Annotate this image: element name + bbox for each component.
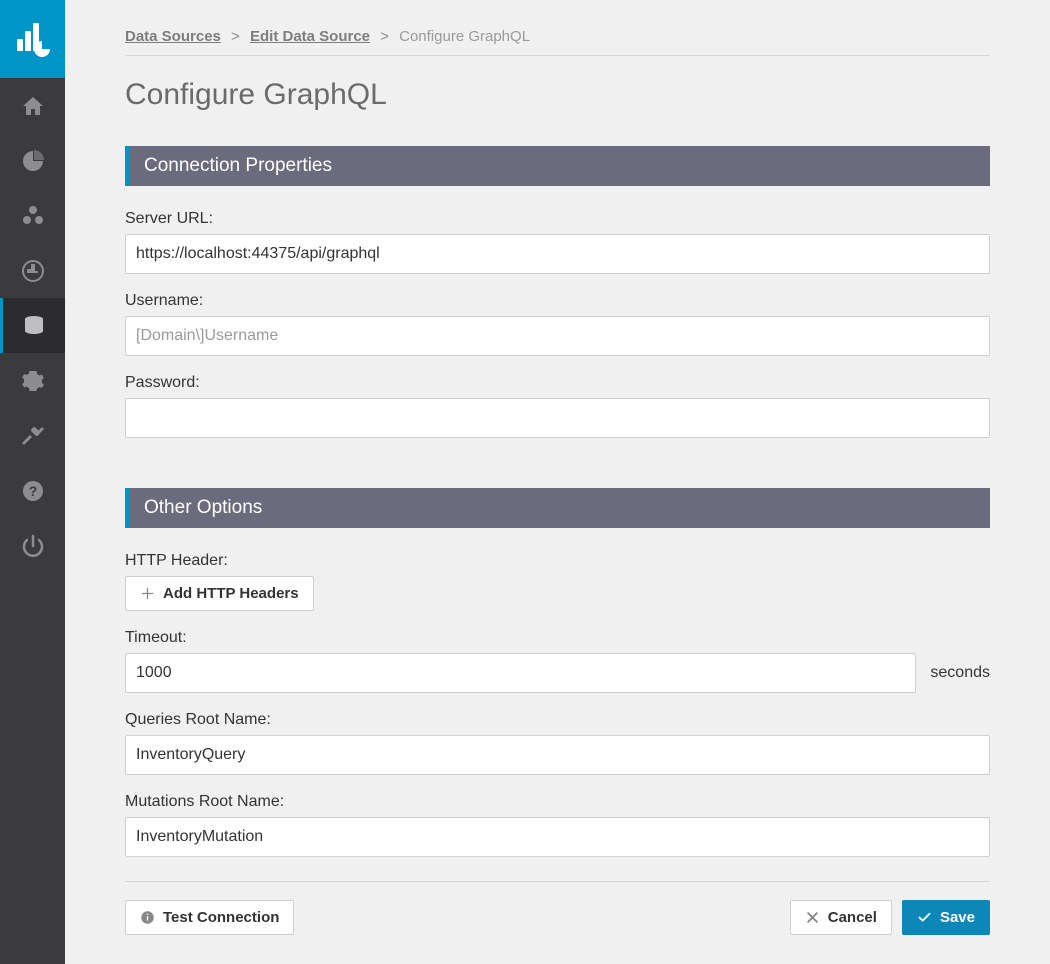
- field-timeout: Timeout: seconds: [125, 629, 990, 693]
- field-server-url: Server URL:: [125, 210, 990, 274]
- field-username: Username:: [125, 292, 990, 356]
- nav-power[interactable]: [0, 518, 65, 573]
- breadcrumb: Data Sources > Edit Data Source > Config…: [125, 28, 990, 56]
- footer: Test Connection Cancel Save: [125, 881, 990, 935]
- username-input[interactable]: [125, 316, 990, 356]
- gear-icon: [21, 369, 45, 393]
- save-label: Save: [940, 909, 975, 926]
- add-http-headers-label: Add HTTP Headers: [163, 585, 299, 602]
- label-username: Username:: [125, 292, 990, 310]
- nav-tools[interactable]: [0, 408, 65, 463]
- label-mutations-root: Mutations Root Name:: [125, 793, 990, 811]
- main-content: Data Sources > Edit Data Source > Config…: [65, 0, 1050, 964]
- password-input[interactable]: [125, 398, 990, 438]
- sidebar: ?: [0, 0, 65, 964]
- cancel-button[interactable]: Cancel: [790, 900, 892, 935]
- power-icon: [21, 534, 45, 558]
- timeout-unit: seconds: [930, 664, 990, 682]
- server-url-input[interactable]: [125, 234, 990, 274]
- timeout-input[interactable]: [125, 653, 916, 693]
- modules-icon: [21, 204, 45, 228]
- nav-help[interactable]: ?: [0, 463, 65, 518]
- info-icon: [140, 910, 155, 925]
- mutations-root-input[interactable]: [125, 817, 990, 857]
- logo[interactable]: [0, 0, 65, 78]
- nav-home[interactable]: [0, 78, 65, 133]
- save-button[interactable]: Save: [902, 900, 990, 935]
- pie-chart-icon: [21, 149, 45, 173]
- field-http-header: HTTP Header: Add HTTP Headers: [125, 552, 990, 611]
- cancel-label: Cancel: [828, 909, 877, 926]
- label-queries-root: Queries Root Name:: [125, 711, 990, 729]
- breadcrumb-link-edit-data-source[interactable]: Edit Data Source: [250, 28, 370, 45]
- history-icon: [21, 259, 45, 283]
- section-header-connection: Connection Properties: [125, 146, 990, 186]
- tools-icon: [21, 424, 45, 448]
- field-mutations-root: Mutations Root Name:: [125, 793, 990, 857]
- field-queries-root: Queries Root Name:: [125, 711, 990, 775]
- nav-database[interactable]: [0, 298, 65, 353]
- nav-modules[interactable]: [0, 188, 65, 243]
- home-icon: [21, 94, 45, 118]
- test-connection-label: Test Connection: [163, 909, 279, 926]
- nav-history[interactable]: [0, 243, 65, 298]
- test-connection-button[interactable]: Test Connection: [125, 900, 294, 935]
- breadcrumb-link-data-sources[interactable]: Data Sources: [125, 28, 221, 45]
- add-http-headers-button[interactable]: Add HTTP Headers: [125, 576, 314, 611]
- nav-chart[interactable]: [0, 133, 65, 188]
- nav-settings[interactable]: [0, 353, 65, 408]
- section-header-other: Other Options: [125, 488, 990, 528]
- breadcrumb-current: Configure GraphQL: [399, 28, 530, 45]
- label-timeout: Timeout:: [125, 629, 990, 647]
- database-icon: [22, 314, 46, 338]
- label-http-header: HTTP Header:: [125, 552, 990, 570]
- queries-root-input[interactable]: [125, 735, 990, 775]
- label-password: Password:: [125, 374, 990, 392]
- label-server-url: Server URL:: [125, 210, 990, 228]
- plus-icon: [140, 586, 155, 601]
- close-icon: [805, 910, 820, 925]
- page-title: Configure GraphQL: [125, 78, 990, 112]
- field-password: Password:: [125, 374, 990, 438]
- breadcrumb-sep: >: [380, 28, 389, 45]
- logo-icon: [13, 19, 53, 59]
- help-icon: ?: [21, 479, 45, 503]
- breadcrumb-sep: >: [231, 28, 240, 45]
- svg-text:?: ?: [28, 483, 37, 499]
- check-icon: [917, 910, 932, 925]
